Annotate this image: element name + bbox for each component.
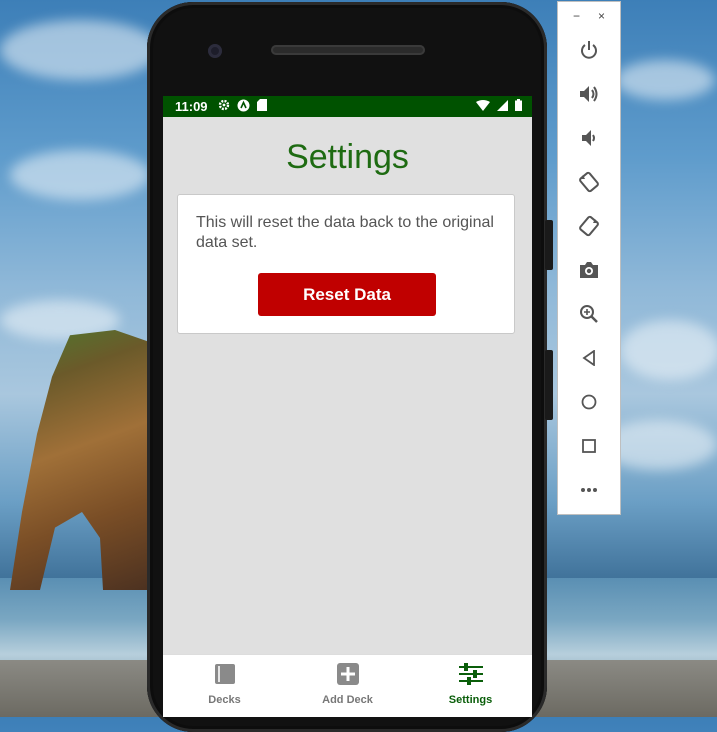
wifi-icon <box>476 99 490 114</box>
home-button[interactable] <box>558 388 620 416</box>
bottom-navigation: Decks Add Deck Settings <box>163 654 532 717</box>
tab-decks[interactable]: Decks <box>163 655 286 717</box>
emulator-toolbar: − × <box>557 1 621 515</box>
power-button[interactable] <box>558 36 620 64</box>
tab-label: Add Deck <box>322 694 373 706</box>
back-icon <box>582 350 595 366</box>
more-button[interactable] <box>558 476 620 504</box>
earpiece-speaker <box>271 45 425 55</box>
notification-app-icon <box>237 99 250 115</box>
home-icon <box>581 394 597 410</box>
sliders-icon <box>458 663 483 690</box>
close-button[interactable]: × <box>598 9 605 23</box>
zoom-button[interactable] <box>558 300 620 328</box>
front-camera <box>208 44 222 58</box>
rotate-left-icon <box>579 171 599 193</box>
overview-button[interactable] <box>558 432 620 460</box>
overview-icon <box>582 439 596 453</box>
volume-down-button[interactable] <box>558 124 620 152</box>
tab-label: Decks <box>208 694 241 706</box>
rotate-left-button[interactable] <box>558 168 620 196</box>
rotate-right-icon <box>579 215 599 237</box>
back-button[interactable] <box>558 344 620 372</box>
phone-side-button <box>545 350 553 420</box>
more-icon <box>581 488 597 492</box>
screenshot-button[interactable] <box>558 256 620 284</box>
signal-icon <box>497 99 508 114</box>
phone-screen: 11:09 Settings This will reset the data … <box>163 96 532 717</box>
battery-icon <box>515 99 522 114</box>
plus-square-icon <box>336 663 359 690</box>
minimize-button[interactable]: − <box>573 9 580 23</box>
status-time: 11:09 <box>175 99 208 114</box>
phone-side-button <box>545 220 553 270</box>
page-title: Settings <box>286 138 409 176</box>
volume-up-icon <box>580 86 598 102</box>
status-bar: 11:09 <box>163 96 532 117</box>
tab-label: Settings <box>448 694 493 706</box>
rotate-right-button[interactable] <box>558 212 620 240</box>
reset-description: This will reset the data back to the ori… <box>196 214 494 251</box>
gear-icon <box>218 99 230 114</box>
volume-up-button[interactable] <box>558 80 620 108</box>
book-icon <box>214 663 236 690</box>
camera-icon <box>580 262 598 278</box>
reset-data-button[interactable]: Reset Data <box>258 273 436 316</box>
power-icon <box>581 41 597 59</box>
tab-settings[interactable]: Settings <box>409 655 532 717</box>
tab-add-deck[interactable]: Add Deck <box>286 655 409 717</box>
sd-card-icon <box>256 99 267 114</box>
zoom-icon <box>580 305 598 323</box>
reset-card: This will reset the data back to the ori… <box>177 194 515 334</box>
volume-down-icon <box>582 130 595 146</box>
